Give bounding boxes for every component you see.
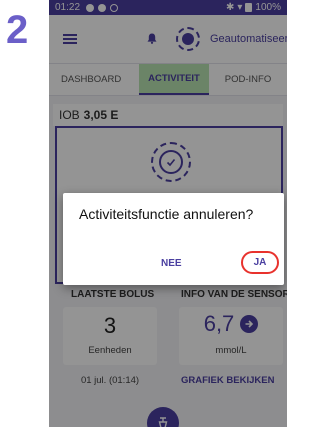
step-number: 2 — [6, 8, 29, 52]
no-button[interactable]: NEE — [161, 258, 182, 269]
dialog-title: Activiteitsfunctie annuleren? — [79, 206, 254, 222]
cancel-activity-dialog: Activiteitsfunctie annuleren? NEE JA — [63, 193, 284, 285]
screenshot-stage: 2 01:22 ✱ ▾ 100% Geautomatiseerd DASHBOA… — [0, 0, 287, 427]
yes-button[interactable]: JA — [241, 251, 279, 274]
